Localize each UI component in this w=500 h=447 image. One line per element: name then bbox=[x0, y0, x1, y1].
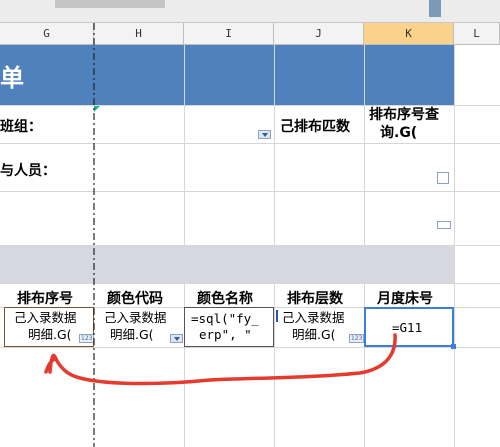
arrow-annotation bbox=[44, 333, 397, 386]
